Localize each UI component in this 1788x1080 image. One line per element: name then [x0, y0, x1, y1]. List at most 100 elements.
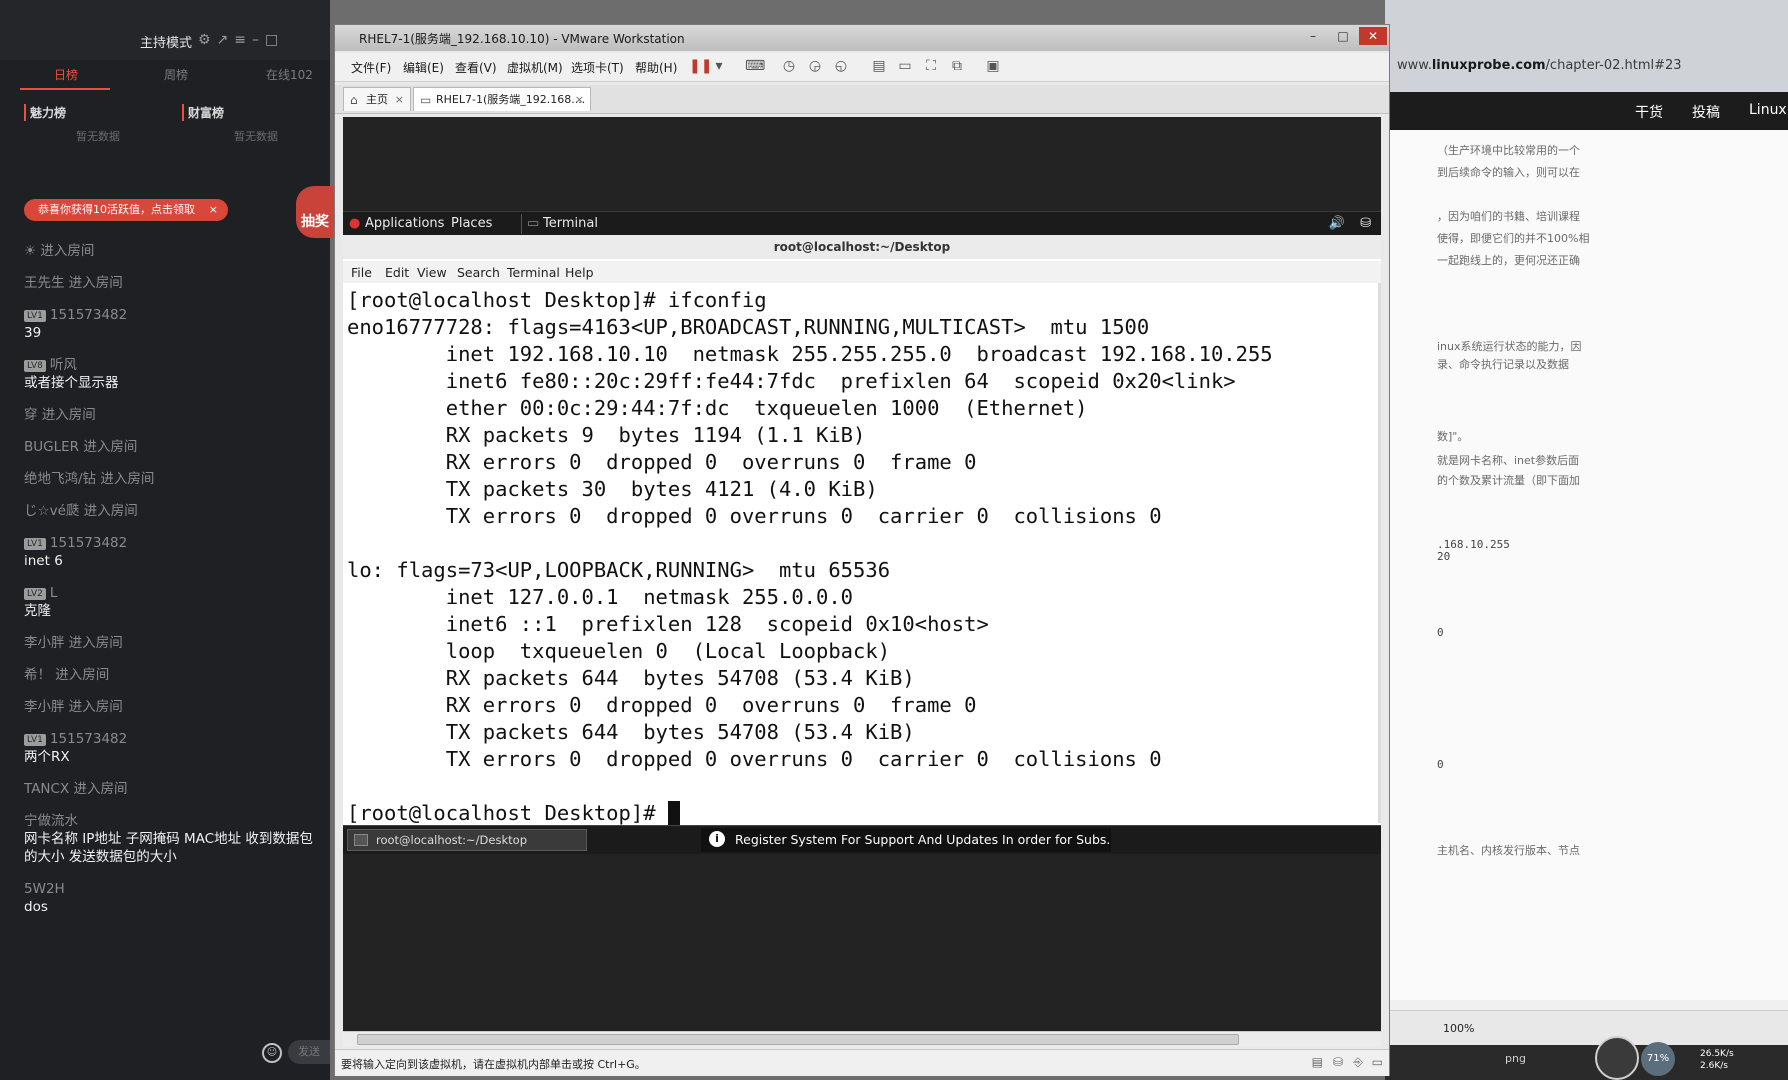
article-line: 0: [1437, 758, 1444, 771]
article-line: 就是网卡名称、inet参数后面: [1437, 454, 1580, 467]
fullscreen-icon[interactable]: ⛶: [921, 57, 941, 75]
display-icon[interactable]: ▭: [1372, 1055, 1383, 1069]
chevron-down-icon[interactable]: ▾: [709, 57, 729, 75]
article-line: 主机名、内核发行版本、节点: [1437, 844, 1580, 857]
chat-username[interactable]: 5W2H: [24, 881, 65, 897]
menu-vm[interactable]: 虚拟机(M): [507, 59, 563, 76]
chat-message: 王先生 进入房间: [24, 274, 324, 292]
terminal-line: RX packets 9 bytes 1194 (1.1 KiB): [347, 423, 866, 447]
chat-username[interactable]: L: [50, 585, 58, 601]
close-icon[interactable]: ×: [395, 88, 404, 112]
charm-rank-label[interactable]: 魅力榜: [24, 104, 66, 121]
tab-home[interactable]: ⌂ 主页 ×: [343, 87, 411, 111]
close-button[interactable]: ✕: [1359, 27, 1387, 45]
vm-console[interactable]: ● Applications Places ▭ Terminal 🔊 ⛁ roo…: [343, 117, 1381, 1043]
chat-username[interactable]: ☀: [24, 243, 36, 259]
streamer-avatar: [1595, 1036, 1639, 1080]
terminal-menu-edit[interactable]: Edit: [385, 265, 409, 280]
chat-username[interactable]: じ☆vé瓞: [24, 503, 79, 519]
user-level-badge: LV2: [24, 588, 46, 600]
nav-item-ganhuo[interactable]: 干货: [1635, 102, 1663, 122]
terminal-line: inet 192.168.10.10 netmask 255.255.255.0…: [347, 342, 1273, 366]
network-icon[interactable]: ⛁: [1360, 216, 1371, 231]
reward-notice[interactable]: 恭喜你获得10活跃值，点击领取 ×: [24, 199, 228, 221]
menu-file[interactable]: 文件(F): [351, 59, 391, 76]
home-icon: ⌂: [350, 93, 358, 107]
nav-item-tougao[interactable]: 投稿: [1692, 102, 1720, 122]
menu-edit[interactable]: 编辑(E): [403, 59, 444, 76]
chat-username[interactable]: TANCX: [24, 781, 69, 797]
tab-online[interactable]: 在线102: [266, 66, 313, 83]
menu-help[interactable]: 帮助(H): [635, 59, 677, 76]
site-nav: 干货 投稿 Linux: [1385, 92, 1788, 130]
menu-tabs[interactable]: 选项卡(T): [571, 59, 624, 76]
menu-view[interactable]: 查看(V): [455, 59, 497, 76]
terminal-window[interactable]: root@localhost:~/Desktop File Edit View …: [343, 235, 1381, 825]
chat-username[interactable]: 王先生: [24, 275, 65, 291]
chat-text: dos: [24, 899, 48, 915]
minimize-button[interactable]: –: [1299, 27, 1327, 45]
topbar-icons[interactable]: ⚙↗≡–□: [198, 32, 284, 48]
terminal-menu-help[interactable]: Help: [565, 265, 594, 280]
hdd-icon[interactable]: ▤: [1312, 1055, 1323, 1069]
sidebar-toggle-icon[interactable]: ▤: [869, 57, 889, 75]
send-button[interactable]: 发送: [288, 1040, 330, 1064]
chat-username[interactable]: 李小胖: [24, 635, 65, 651]
article-line: 数]"。: [1437, 430, 1469, 443]
terminal-output[interactable]: [root@localhost Desktop]# ifconfig eno16…: [347, 287, 1273, 827]
places-menu[interactable]: Places: [451, 216, 492, 231]
maximize-button[interactable]: □: [1329, 27, 1357, 45]
taskbar-terminal-button[interactable]: root@localhost:~/Desktop: [347, 829, 587, 851]
tab-vm[interactable]: ▭ RHEL7-1(服务端_192.168.... ×: [413, 87, 591, 111]
zoom-level[interactable]: 100%: [1443, 1022, 1474, 1035]
address-bar[interactable]: www.linuxprobe.com/chapter-02.html#23: [1397, 58, 1682, 73]
vm-horizontal-scrollbar[interactable]: [343, 1031, 1381, 1046]
reward-notice-text: 恭喜你获得10活跃值，点击领取: [38, 203, 195, 216]
close-icon[interactable]: ×: [209, 199, 218, 221]
terminal-menu-search[interactable]: Search: [457, 265, 500, 280]
thumbnail-icon[interactable]: ▭: [895, 57, 915, 75]
terminal-title: root@localhost:~/Desktop: [343, 235, 1381, 259]
wealth-rank-label[interactable]: 财富榜: [182, 104, 224, 121]
chat-username[interactable]: 151573482: [50, 731, 127, 747]
terminal-menu-terminal[interactable]: Terminal: [507, 265, 560, 280]
tab-weekly[interactable]: 周榜: [164, 66, 188, 83]
article-content: （生产环境中比较常用的一个 到后续命令的输入，则可以在 ，因为咱们的书籍、培训课程使…: [1385, 130, 1788, 1000]
chat-username[interactable]: 绝地飞鸿/钻: [24, 471, 96, 487]
terminal-scrollbar[interactable]: [1378, 283, 1381, 823]
nav-item-linux[interactable]: Linux: [1749, 102, 1787, 118]
chat-username[interactable]: BUGLER: [24, 439, 79, 455]
tab-daily[interactable]: 日榜: [54, 66, 78, 83]
chat-username[interactable]: 希！: [24, 667, 51, 683]
snapshot-manager-icon[interactable]: ◵: [831, 57, 851, 75]
terminal-app-menu[interactable]: Terminal: [543, 216, 598, 231]
close-icon[interactable]: ×: [575, 88, 584, 112]
chat-username[interactable]: 穿: [24, 407, 38, 423]
terminal-line: TX packets 644 bytes 54708 (53.4 KiB): [347, 720, 915, 744]
enter-room-text: 进入房间: [83, 439, 138, 455]
snapshot-icon[interactable]: ◷: [779, 57, 799, 75]
console-view-icon[interactable]: ▣: [983, 57, 1003, 75]
snapshot-revert-icon[interactable]: ◶: [805, 57, 825, 75]
chat-username[interactable]: 宁做流水: [24, 813, 78, 829]
terminal-menu-file[interactable]: File: [351, 265, 372, 280]
network-adapter-icon[interactable]: ⛁: [1333, 1055, 1343, 1069]
chat-username[interactable]: 151573482: [50, 535, 127, 551]
usb-icon[interactable]: ⎆: [1353, 1055, 1363, 1070]
chat-username[interactable]: 151573482: [50, 307, 127, 323]
unity-icon[interactable]: ⧉: [947, 57, 967, 75]
terminal-line: lo: flags=73<UP,LOOPBACK,RUNNING> mtu 65…: [347, 558, 891, 582]
scrollbar-thumb[interactable]: [357, 1034, 1239, 1045]
pause-icon[interactable]: ❚❚: [689, 57, 712, 75]
register-notification[interactable]: i Register System For Support And Update…: [701, 828, 1111, 852]
host-mode-label[interactable]: 主持模式: [140, 32, 192, 51]
chat-username[interactable]: 听风: [50, 357, 77, 373]
emoji-icon[interactable]: ☺: [262, 1043, 282, 1063]
applications-menu[interactable]: Applications: [365, 216, 444, 231]
lottery-button[interactable]: 抽奖: [296, 186, 334, 238]
send-keys-icon[interactable]: ⌨: [745, 57, 765, 75]
terminal-menu-view[interactable]: View: [417, 265, 447, 280]
volume-icon[interactable]: 🔊: [1329, 216, 1345, 231]
vm-icon: ▭: [420, 93, 432, 107]
chat-username[interactable]: 李小胖: [24, 699, 65, 715]
